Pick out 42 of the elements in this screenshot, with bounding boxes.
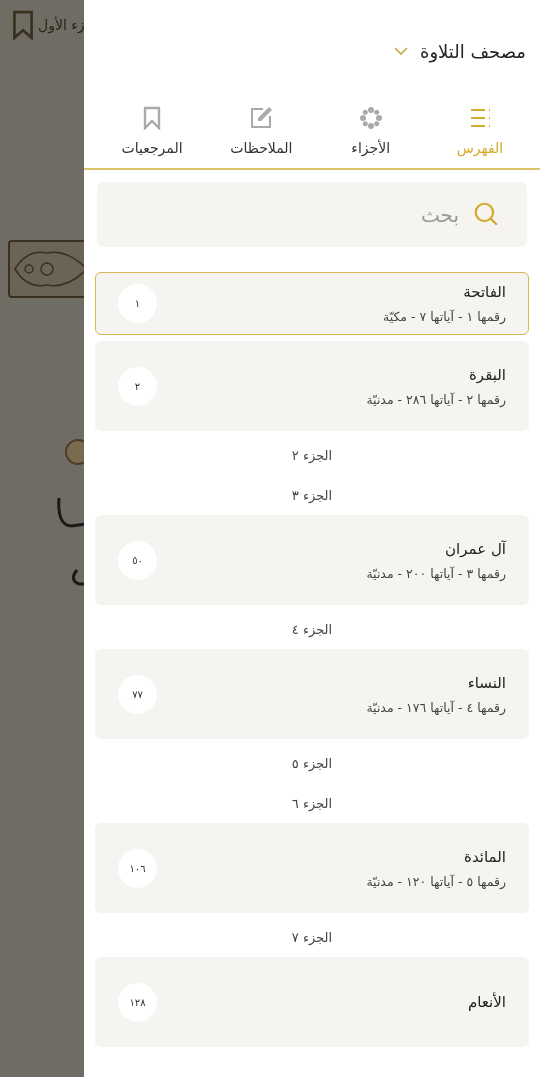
surah-card[interactable]: الأنعام ١٢٨ — [95, 957, 529, 1047]
tab[interactable]: الأجزاء — [322, 106, 419, 156]
surah-details: رقمها ٤ - آياتها ١٧٦ - مدنيّة — [366, 699, 506, 715]
tab[interactable]: الملاحظات — [213, 106, 310, 156]
flower-icon — [358, 106, 383, 130]
juz-label[interactable]: الجزء ٢ — [291, 447, 333, 463]
juz-label[interactable]: الجزء ٤ — [291, 621, 333, 637]
juz-label[interactable]: الجزء ٥ — [291, 755, 333, 771]
page-number: ١٠٦ — [118, 848, 157, 888]
search-field[interactable]: بحث — [97, 182, 527, 247]
surah-name: المائدة — [463, 847, 506, 866]
medallion-icon — [64, 438, 84, 466]
page-number: ٥٠ — [118, 540, 157, 580]
surah-card[interactable]: الفاتحة رقمها ١ - آياتها ٧ - مكيّة ١ — [95, 272, 529, 335]
surah-card[interactable]: آل عمران رقمها ٣ - آياتها ٢٠٠ - مدنيّة ٥٠ — [95, 515, 529, 605]
surah-name: الأنعام — [468, 993, 506, 1011]
surah-details: رقمها ٣ - آياتها ٢٠٠ - مدنيّة — [366, 565, 506, 581]
juz-label[interactable]: الجزء ٧ — [291, 929, 333, 945]
surah-name: البقرة — [468, 365, 506, 384]
surah-details: رقمها ١ - آياتها ٧ - مكيّة — [383, 309, 506, 324]
page-number: ٢ — [118, 366, 157, 406]
surah-name: آل عمران — [444, 539, 506, 558]
surah-card[interactable]: البقرة رقمها ٢ - آياتها ٢٨٦ - مدنيّة ٢ — [95, 341, 529, 431]
chevron-down-icon[interactable] — [394, 47, 408, 55]
list-icon — [468, 106, 492, 130]
juz-label[interactable]: الجزء ٦ — [291, 795, 333, 811]
bookmark-icon[interactable] — [12, 10, 34, 40]
mushaf-title: مصحف التلاوة — [420, 40, 526, 62]
surah-card[interactable]: النساء رقمها ٤ - آياتها ١٧٦ - مدنيّة ٧٧ — [95, 649, 529, 739]
tab[interactable]: المرجعيات — [104, 106, 200, 156]
surah-name: النساء — [466, 673, 506, 692]
surah-card[interactable]: المائدة رقمها ٥ - آياتها ١٢٠ - مدنيّة ١٠٦ — [95, 823, 529, 913]
edit-icon — [249, 106, 274, 130]
surah-name: الفاتحة — [462, 283, 506, 301]
calligraphy-drawing — [56, 496, 84, 530]
page-number: ١ — [118, 284, 157, 323]
surah-details: رقمها ٢ - آياتها ٢٨٦ - مدنيّة — [366, 391, 506, 407]
page-number: ١٢٨ — [118, 982, 157, 1022]
surah-details: رقمها ٥ - آياتها ١٢٠ - مدنيّة — [366, 873, 506, 889]
page-number: ٧٧ — [118, 674, 157, 714]
juz-label[interactable]: الجزء ٣ — [291, 487, 333, 503]
juz-title: زء الأول — [38, 17, 84, 33]
